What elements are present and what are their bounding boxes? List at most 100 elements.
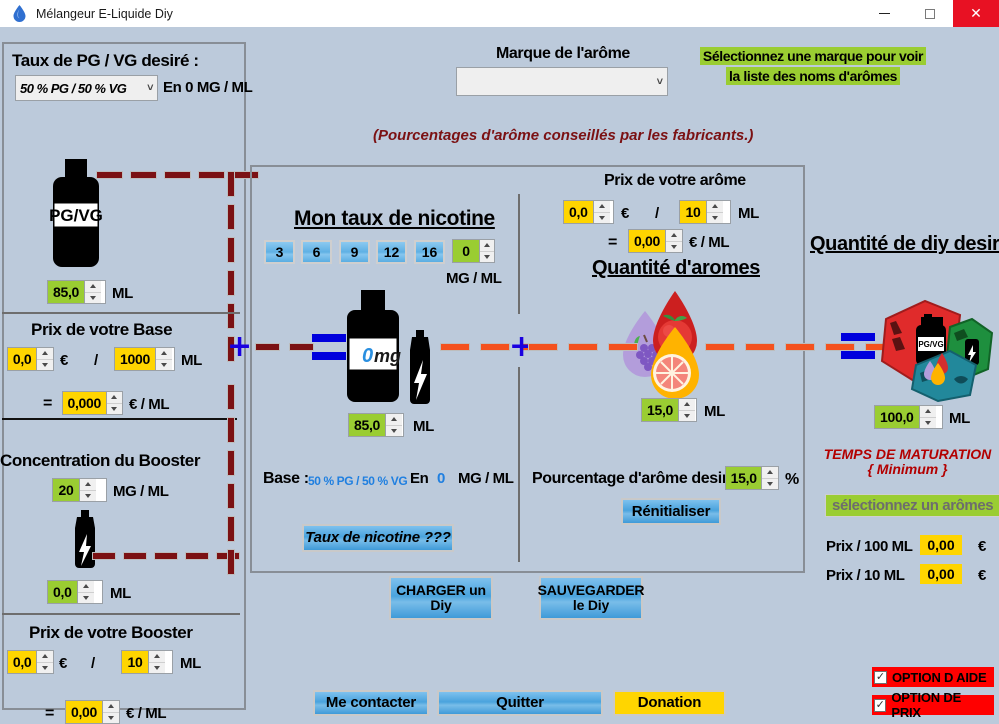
base-price-spin[interactable]: 0,0 [7, 347, 54, 371]
reset-button[interactable]: Rénitialiser [621, 498, 721, 525]
spin-up-icon[interactable] [37, 651, 53, 662]
nicotine-preset-9[interactable]: 9 [339, 240, 370, 264]
base-price-arrows[interactable] [36, 348, 53, 370]
base-price-qty-spin[interactable]: 1000 [114, 347, 175, 371]
booster-ml-arrows[interactable] [76, 581, 94, 604]
aroma-unit-arrows[interactable] [665, 230, 682, 252]
base-unit-arrows[interactable] [105, 392, 123, 415]
spin-up-icon[interactable] [149, 651, 165, 662]
spin-up-icon[interactable] [920, 406, 936, 417]
pgvg-suffix: En 0 MG / ML [163, 79, 253, 96]
nicotine-preset-3[interactable]: 3 [264, 240, 295, 264]
spin-down-icon[interactable] [679, 409, 696, 422]
save-diy-button[interactable]: SAUVEGARDER le Diy [538, 576, 645, 620]
spin-up-icon[interactable] [80, 479, 96, 490]
spin-down-icon[interactable] [77, 591, 94, 604]
booster-unit-value: 0,00 [66, 701, 103, 723]
spin-down-icon[interactable] [155, 358, 172, 371]
base-unit-spin[interactable]: 0,000 [62, 391, 123, 415]
aroma-price-qty-arrows[interactable] [706, 201, 723, 223]
option-price-row[interactable]: ✓ OPTION DE PRIX [872, 690, 994, 720]
spin-down-icon[interactable] [593, 211, 610, 224]
spin-down-icon[interactable] [666, 240, 682, 253]
spin-down-icon[interactable] [37, 661, 53, 674]
aroma-price-qty-spin[interactable]: 10 [679, 200, 731, 224]
spin-up-icon[interactable] [37, 348, 53, 359]
spin-up-icon[interactable] [103, 701, 119, 712]
aroma-qty-arrows[interactable] [678, 399, 696, 422]
aroma-pct-arrows[interactable] [761, 467, 778, 489]
diy-qty-spin[interactable]: 100,0 [874, 405, 943, 429]
base-price-qty-arrows[interactable] [154, 348, 172, 371]
booster-price-spin[interactable]: 0,0 [7, 650, 54, 674]
spin-down-icon[interactable] [386, 424, 403, 437]
quit-button[interactable]: Quitter [437, 690, 603, 716]
booster-conc-spin[interactable]: 20 [52, 478, 107, 502]
spin-down-icon[interactable] [762, 477, 778, 490]
option-help-row[interactable]: ✓ OPTION D AIDE [872, 667, 994, 687]
checkbox-icon[interactable]: ✓ [874, 670, 887, 684]
spin-up-icon[interactable] [85, 281, 101, 292]
spin-down-icon[interactable] [80, 489, 96, 502]
base-ml-arrows[interactable] [84, 281, 102, 304]
booster-ml-spin[interactable]: 0,0 [47, 580, 103, 604]
spin-down-icon[interactable] [707, 211, 723, 224]
spin-up-icon[interactable] [594, 201, 610, 212]
left-divider-2 [2, 418, 237, 420]
nicotine-preset-12[interactable]: 12 [376, 240, 407, 264]
spin-down-icon[interactable] [480, 250, 494, 263]
spin-up-icon[interactable] [386, 414, 402, 425]
nicotine-booster-bottle-icon [405, 330, 435, 410]
spin-up-icon[interactable] [679, 399, 695, 410]
donation-button[interactable]: Donation [613, 690, 726, 716]
nicotine-value-spin[interactable]: 0 [452, 239, 495, 263]
spin-up-icon[interactable] [707, 201, 723, 212]
spin-up-icon[interactable] [156, 348, 172, 359]
spin-down-icon[interactable] [37, 358, 53, 371]
nicotine-preset-label: 12 [383, 244, 400, 260]
aroma-pct-spin[interactable]: 15,0 [725, 466, 779, 490]
booster-ml-unit: ML [110, 585, 131, 602]
diy-title: Quantité de diy desirée [810, 233, 999, 255]
aroma-qty-spin[interactable]: 15,0 [641, 398, 697, 422]
spin-up-icon[interactable] [78, 581, 94, 592]
booster-price-arrows[interactable] [36, 651, 53, 673]
spin-up-icon[interactable] [762, 467, 778, 478]
booster-conc-arrows[interactable] [79, 479, 96, 501]
nicotine-ml-arrows[interactable] [385, 414, 403, 437]
spin-down-icon[interactable] [103, 711, 119, 724]
checkbox-icon[interactable]: ✓ [874, 698, 887, 712]
aroma-price-arrows[interactable] [592, 201, 610, 224]
minimize-button[interactable] [861, 0, 907, 27]
spin-up-icon[interactable] [666, 230, 682, 241]
nicotine-preset-6[interactable]: 6 [301, 240, 332, 264]
svg-text:0: 0 [362, 345, 373, 367]
base-price-title: Prix de votre Base [31, 320, 173, 339]
nicotine-ml-spin[interactable]: 85,0 [348, 413, 404, 437]
nicotine-value-arrows[interactable] [479, 240, 494, 262]
brand-hint: Sélectionnez une marque pour voir la lis… [697, 47, 929, 86]
spin-down-icon[interactable] [919, 416, 936, 429]
booster-price-qty-spin[interactable]: 10 [121, 650, 173, 674]
aroma-unit-spin[interactable]: 0,00 [628, 229, 683, 253]
close-button[interactable]: ✕ [953, 0, 999, 27]
spin-up-icon[interactable] [107, 392, 123, 403]
nicotine-rate-button[interactable]: Taux de nicotine ??? [302, 524, 454, 552]
spin-up-icon[interactable] [480, 240, 494, 251]
pgvg-select[interactable]: 50 % PG / 50 % VG ˅ [15, 75, 158, 101]
nicotine-preset-16[interactable]: 16 [414, 240, 445, 264]
brand-select[interactable]: ˅ [456, 67, 668, 96]
spin-down-icon[interactable] [85, 291, 102, 304]
spin-down-icon[interactable] [149, 661, 165, 674]
maximize-button[interactable] [907, 0, 953, 27]
aroma-price-spin[interactable]: 0,0 [563, 200, 614, 224]
nicotine-unit: MG / ML [446, 270, 502, 287]
booster-price-qty-arrows[interactable] [148, 651, 165, 673]
contact-button[interactable]: Me contacter [313, 690, 429, 716]
load-diy-button[interactable]: CHARGER un Diy [389, 576, 493, 620]
diy-qty-arrows[interactable] [918, 406, 936, 429]
spin-down-icon[interactable] [106, 402, 122, 415]
booster-unit-spin[interactable]: 0,00 [65, 700, 120, 724]
booster-unit-arrows[interactable] [102, 701, 119, 723]
base-ml-spin[interactable]: 85,0 [47, 280, 106, 304]
